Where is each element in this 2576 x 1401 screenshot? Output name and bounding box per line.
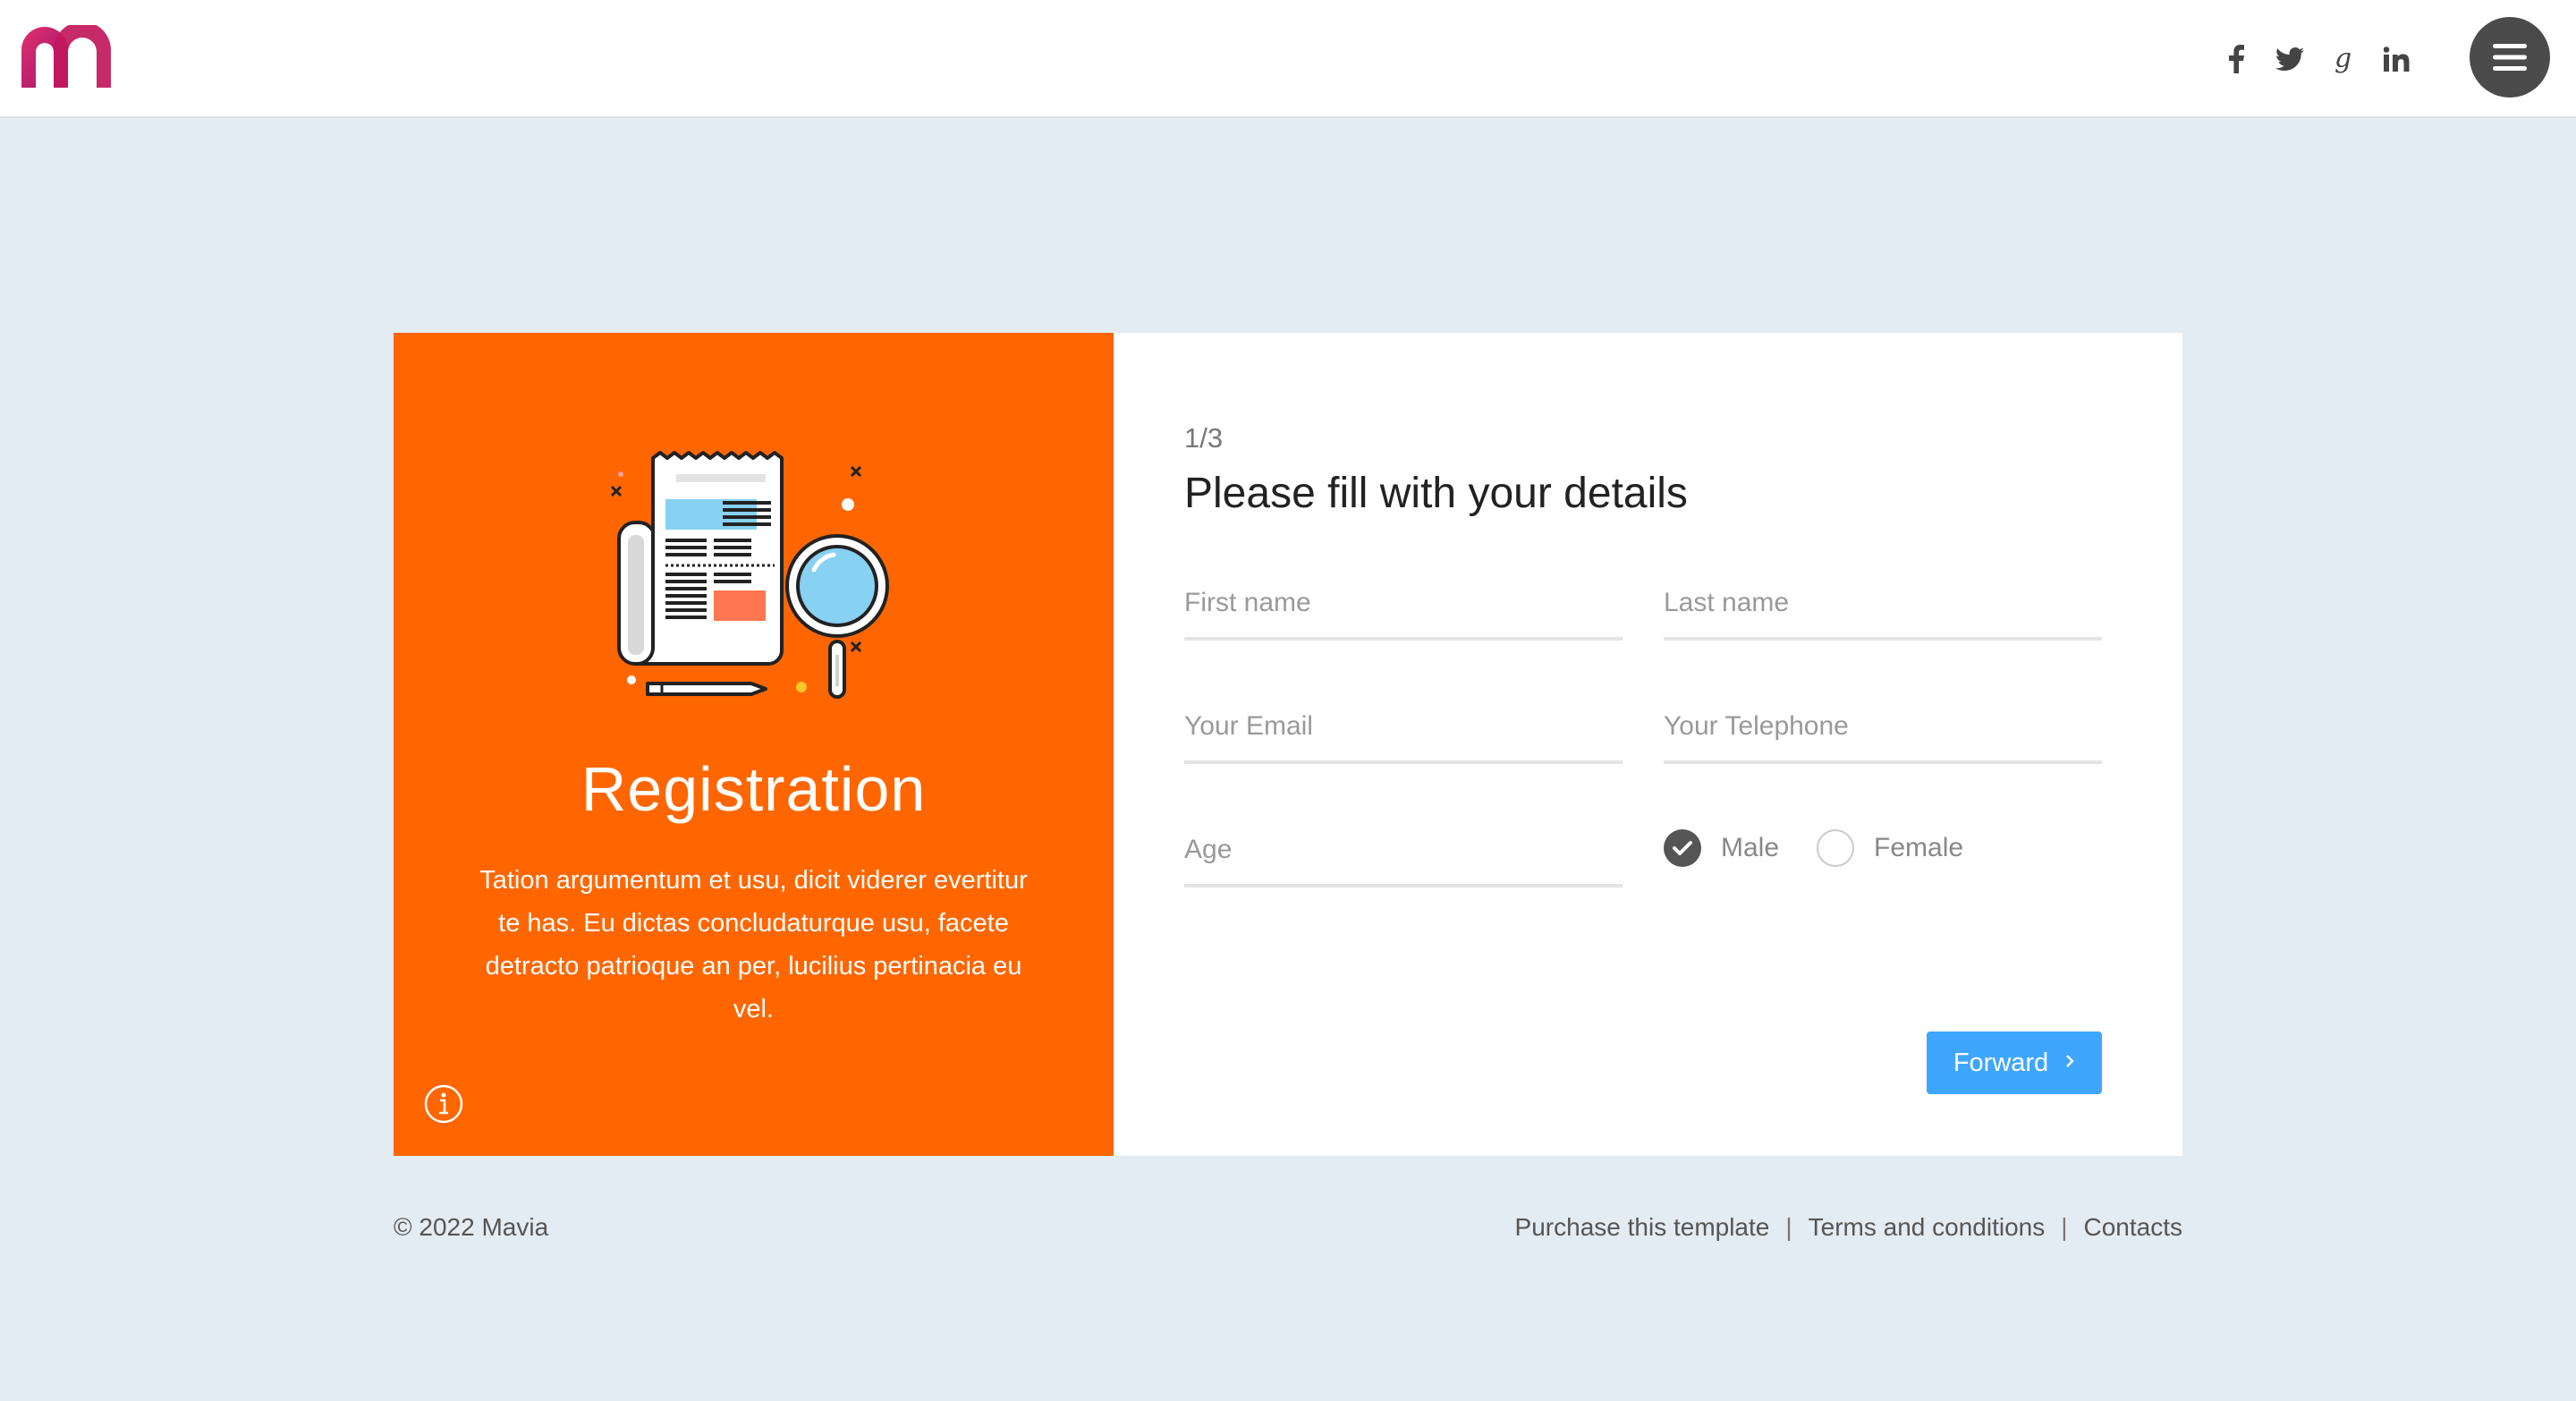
forward-button[interactable]: Forward (1927, 1032, 2102, 1094)
footer-separator: | (2061, 1213, 2068, 1241)
registration-card: Registration Tation argumentum et usu, d… (394, 333, 2182, 1156)
info-panel: Registration Tation argumentum et usu, d… (394, 333, 1114, 1156)
gender-option-male[interactable]: Male (1664, 829, 1779, 867)
panel-title: Registration (580, 754, 927, 824)
purchase-template-link[interactable]: Purchase this template (1515, 1213, 1770, 1242)
telephone-input[interactable] (1664, 692, 2102, 760)
last-name-field (1664, 569, 2102, 641)
panel-description: Tation argumentum et usu, dicit viderer … (479, 866, 1028, 1023)
contacts-link[interactable]: Contacts (2084, 1213, 2183, 1242)
terms-link[interactable]: Terms and conditions (1809, 1213, 2046, 1242)
newspaper-magnifier-illustration (610, 451, 889, 699)
gender-radio-group: Male Female (1664, 829, 2001, 867)
last-name-input[interactable] (1664, 569, 2102, 637)
facebook-icon[interactable] (2216, 39, 2256, 79)
menu-button[interactable] (2470, 17, 2550, 98)
gender-option-female[interactable]: Female (1817, 829, 1963, 867)
first-name-field (1184, 569, 1623, 641)
svg-text:g: g (2334, 44, 2351, 74)
footer-separator: | (1785, 1213, 1792, 1241)
first-name-input[interactable] (1184, 569, 1623, 637)
gender-option-label: Female (1874, 833, 1964, 862)
footer-links: Purchase this template | Terms and condi… (1515, 1213, 2182, 1242)
twitter-icon[interactable] (2270, 39, 2309, 79)
copyright: © 2022 Mavia (394, 1213, 549, 1241)
hamburger-icon (2493, 44, 2527, 71)
radio-unchecked-icon[interactable] (1817, 829, 1855, 867)
gender-option-label: Male (1721, 833, 1780, 862)
checkmark-icon[interactable] (1664, 829, 1701, 867)
linkedin-icon[interactable] (2377, 39, 2417, 79)
chevron-right-icon (2064, 1050, 2075, 1075)
form-title: Please fill with your details (1184, 470, 1688, 517)
age-field (1184, 816, 1623, 887)
email-field (1184, 692, 1623, 764)
email-input[interactable] (1184, 692, 1623, 760)
age-input[interactable] (1184, 816, 1623, 884)
site-header: g (0, 0, 2576, 118)
google-plus-icon[interactable]: g (2324, 39, 2363, 79)
telephone-field (1664, 692, 2102, 764)
info-icon[interactable] (423, 1083, 464, 1125)
logo[interactable] (20, 21, 113, 89)
forward-label: Forward (1953, 1048, 2049, 1077)
step-indicator: 1/3 (1184, 422, 1224, 454)
